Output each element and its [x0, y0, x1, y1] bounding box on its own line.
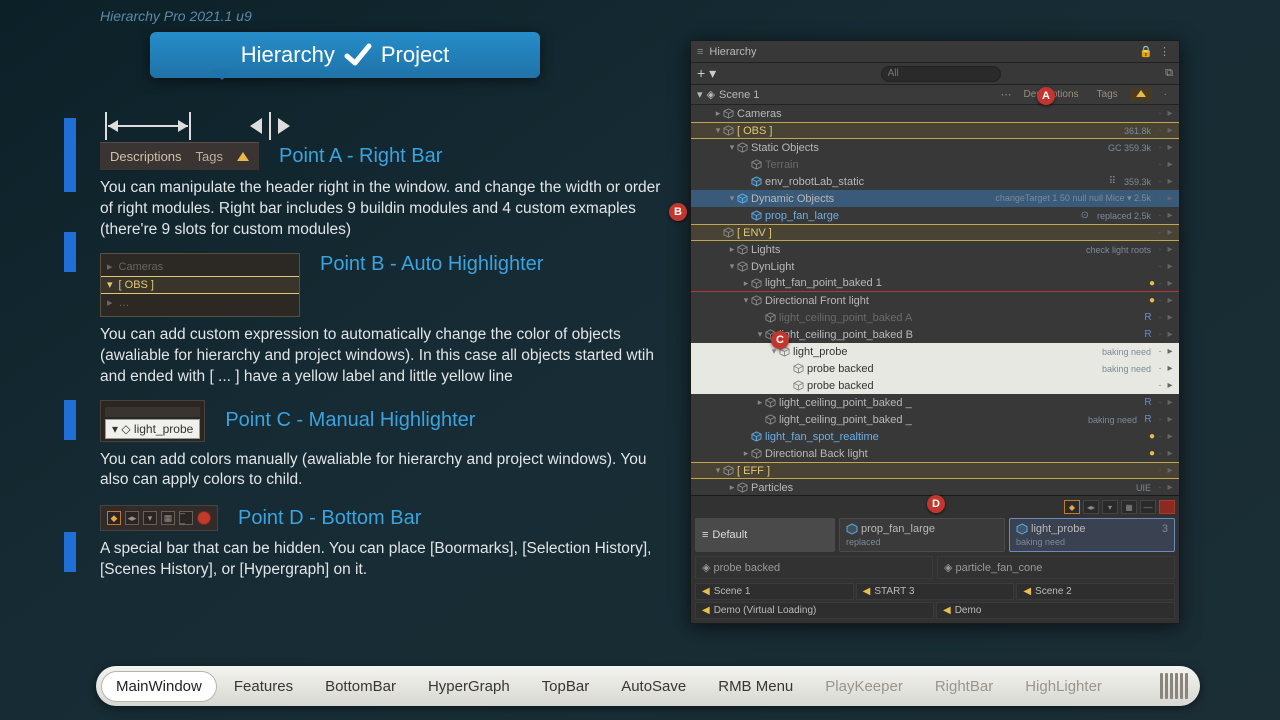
- tree-row[interactable]: ▸Directional Back light●·▸: [691, 445, 1179, 462]
- menu-icon[interactable]: ⋮: [1159, 45, 1173, 59]
- col-tags[interactable]: Tags: [1091, 89, 1124, 100]
- tree-row[interactable]: probe backed·▸: [691, 377, 1179, 394]
- hierarchy-tree[interactable]: ▸Cameras·▸▾[ OBS ]361.8k·▸▾Static Object…: [691, 105, 1179, 495]
- scene-item[interactable]: ◀Scene 2: [1016, 583, 1175, 600]
- bottom-nav[interactable]: MainWindowFeaturesBottomBarHyperGraphTop…: [96, 666, 1200, 706]
- tree-row[interactable]: ▾Static ObjectsGC 359.3k·▸: [691, 139, 1179, 156]
- nav-grip-icon[interactable]: [1160, 673, 1194, 699]
- default-card[interactable]: ≡ Default: [695, 518, 835, 552]
- lock-icon[interactable]: 🔒: [1139, 45, 1153, 59]
- warning-triangle-icon: [237, 152, 249, 161]
- point-b-title: Point B - Auto Highlighter: [320, 253, 543, 276]
- nav-tab[interactable]: MainWindow: [102, 672, 216, 701]
- wide-item[interactable]: ◈ probe backed: [695, 556, 933, 579]
- tab-hierarchy[interactable]: Hierarchy: [241, 42, 335, 68]
- add-button[interactable]: + ▾: [697, 65, 716, 82]
- tree-row[interactable]: ▸light_ceiling_point_baked _R·▸: [691, 394, 1179, 411]
- tree-row[interactable]: ▾Dynamic ObjectschangeTarget 1 50 null n…: [691, 190, 1179, 207]
- point-a-body: You can manipulate the header right in t…: [100, 178, 670, 241]
- point-b-body: You can add custom expression to automat…: [100, 325, 670, 388]
- dots-icon[interactable]: ⋯: [1001, 88, 1012, 101]
- bookmark-card-selected[interactable]: light_probe3baking need: [1009, 518, 1175, 552]
- drag-grip-icon[interactable]: ≡: [697, 46, 703, 58]
- search-input[interactable]: [881, 66, 1001, 82]
- tree-row[interactable]: prop_fan_large⊙replaced 2.5k·▸: [691, 207, 1179, 224]
- nav-tab[interactable]: TopBar: [528, 672, 604, 701]
- nav-tab[interactable]: RightBar: [921, 672, 1007, 701]
- tree-row[interactable]: ▾light_ceiling_point_baked BR·▸: [691, 326, 1179, 343]
- unity-icon: ◈: [707, 88, 715, 101]
- tree-row[interactable]: [ ENV ]·▸: [691, 224, 1179, 241]
- manual-highlight-snippet: ▾ ◇ light_probe: [105, 419, 200, 439]
- badge-a: A: [1037, 87, 1055, 105]
- col-warning[interactable]: [1130, 88, 1152, 101]
- scene-item[interactable]: ◀Scene 1: [695, 583, 854, 600]
- bookmark-card[interactable]: prop_fan_largereplaced: [839, 518, 1005, 552]
- col-end[interactable]: ·: [1158, 89, 1173, 100]
- scene-item[interactable]: ◀Demo (Virtual Loading): [695, 602, 934, 619]
- wide-item[interactable]: ◈ particle_fan_cone: [937, 556, 1175, 579]
- tree-row[interactable]: ▾light_probebaking need·▸: [691, 343, 1179, 360]
- tree-row[interactable]: ▸Lightscheck light roots·▸: [691, 241, 1179, 258]
- tree-row[interactable]: light_ceiling_point_baked AR·▸: [691, 309, 1179, 326]
- panel-title: Hierarchy: [709, 46, 756, 58]
- bottom-bar: ◆ ◂▸ ▾ ▦ –– ≡ Default prop_fan_largerepl…: [691, 495, 1179, 623]
- nav-tab[interactable]: Features: [220, 672, 307, 701]
- section-marker: [64, 532, 76, 572]
- nav-tab[interactable]: BottomBar: [311, 672, 410, 701]
- auto-highlight-snippet: ▸Cameras ▾[ OBS ] ▸…: [100, 253, 300, 317]
- ctl-record[interactable]: [1159, 500, 1175, 514]
- tree-row[interactable]: ▾[ EFF ]·▸: [691, 462, 1179, 479]
- badge-c: C: [771, 331, 789, 349]
- tree-row[interactable]: light_ceiling_point_baked _baking needR·…: [691, 411, 1179, 428]
- tree-row[interactable]: ▾Directional Front light●·▸: [691, 292, 1179, 309]
- check-icon: [343, 40, 373, 70]
- popout-icon[interactable]: ⧉: [1165, 67, 1173, 80]
- tab-project[interactable]: Project: [381, 42, 449, 68]
- point-d-body: A special bar that can be hidden. You ca…: [100, 539, 670, 581]
- ctl-grid[interactable]: ▦: [1121, 500, 1137, 514]
- scene-item[interactable]: ◀Demo: [936, 602, 1175, 619]
- section-marker: [64, 400, 76, 440]
- tree-row[interactable]: env_robotLab_static⠿359.3k·▸: [691, 173, 1179, 190]
- section-marker: [64, 232, 76, 272]
- tree-row[interactable]: ▾[ OBS ]361.8k·▸: [691, 122, 1179, 139]
- nav-tab[interactable]: HighLighter: [1011, 672, 1116, 701]
- tree-row[interactable]: probe backedbaking need·▸: [691, 360, 1179, 377]
- ctl-drop[interactable]: ▾: [1102, 500, 1118, 514]
- nav-tab[interactable]: RMB Menu: [704, 672, 807, 701]
- scene-item[interactable]: ◀START 3: [856, 583, 1015, 600]
- resize-arrows-icon: [100, 104, 295, 144]
- point-c-body: You can add colors manually (awaliable f…: [100, 450, 670, 492]
- tree-row[interactable]: light_fan_spot_realtime●·▸: [691, 428, 1179, 445]
- section-marker: [64, 118, 76, 192]
- tree-row[interactable]: ▸light_fan_point_baked 1●·▸: [691, 275, 1179, 292]
- nav-tab[interactable]: AutoSave: [607, 672, 700, 701]
- tree-row[interactable]: ▾DynLight·▸: [691, 258, 1179, 275]
- app-title: Hierarchy Pro 2021.1 u9: [100, 8, 252, 24]
- ctl-dash[interactable]: ––: [1140, 500, 1156, 514]
- point-d-title: Point D - Bottom Bar: [238, 507, 421, 530]
- point-a-title: Point A - Right Bar: [279, 145, 442, 168]
- badge-d: D: [927, 495, 945, 513]
- bottom-bar-snippet: ◆◂▸▾▦– –: [100, 505, 218, 531]
- right-bar-snippet: Descriptions Tags: [100, 142, 259, 170]
- ctl-orange[interactable]: ◆: [1064, 500, 1080, 514]
- hierarchy-panel: A B C D ≡ Hierarchy 🔒 ⋮ + ▾ ⧉ ▾◈Scene 1 …: [690, 40, 1180, 624]
- nav-tab[interactable]: HyperGraph: [414, 672, 524, 701]
- point-c-title: Point C - Manual Highlighter: [225, 409, 475, 432]
- tree-row[interactable]: ▸Cameras·▸: [691, 105, 1179, 122]
- nav-tab[interactable]: PlayKeeper: [811, 672, 917, 701]
- scene-name[interactable]: Scene 1: [719, 89, 759, 101]
- tree-row[interactable]: ▸ParticlesUIE·▸: [691, 479, 1179, 495]
- ctl-nav[interactable]: ◂▸: [1083, 500, 1099, 514]
- tree-row[interactable]: Terrain·▸: [691, 156, 1179, 173]
- badge-b: B: [669, 203, 687, 221]
- mode-tabs[interactable]: Hierarchy Project: [150, 32, 540, 78]
